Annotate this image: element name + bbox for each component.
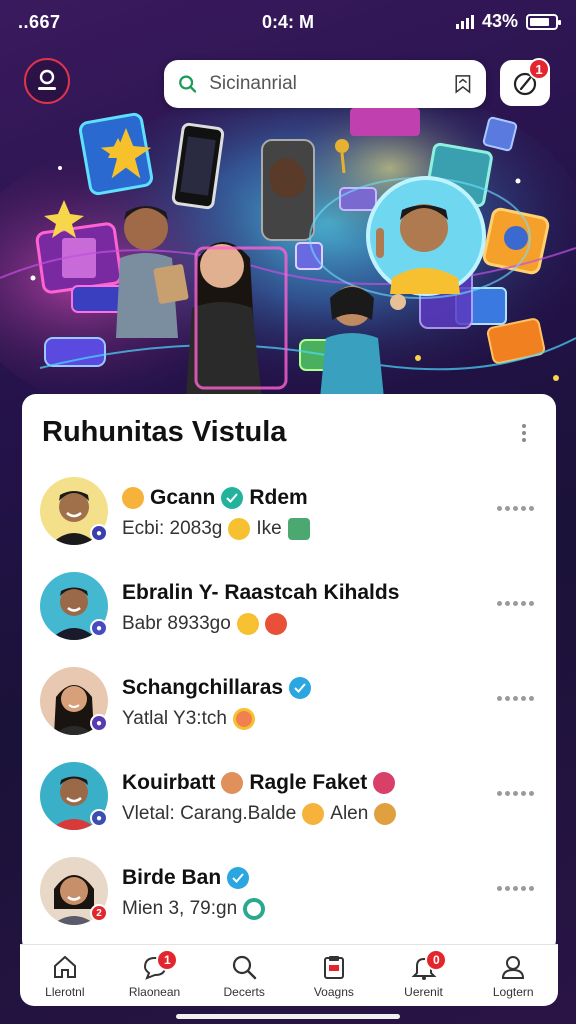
presence-indicator: ● [90,809,108,827]
emoji-face-icon [221,772,244,794]
contact-subtitle-text: Yatlal Y3:tch [122,708,227,729]
emoji-smile-icon [236,613,259,635]
contact-subtitle: Mien 3, 79:gn [122,898,266,920]
contact-name-text: Gcann [150,486,216,509]
nav-label: Logtern [492,985,534,999]
emoji-lollipop-icon [232,708,255,730]
contact-subtitle-suffix: Alen [330,803,369,824]
nav-label: Rlaonean [128,985,181,999]
notification-badge: 1 [528,58,550,80]
bookmark-icon[interactable] [454,71,472,97]
search-icon [233,955,257,980]
nav-item-profile[interactable]: Logtern [468,945,558,1006]
emoji-flower-icon [264,613,287,635]
contact-name-text: Kouirbatt [122,771,216,794]
emoji-face-icon [122,487,144,509]
contacts-card: Ruhunitas Vistula ● Gcann Rdem Ecbi: 208… [22,394,556,954]
battery-icon [526,13,561,30]
status-indicators: 43% [455,11,561,32]
card-title: Ruhunitas Vistula [42,416,287,448]
row-more-icon[interactable] [497,506,534,511]
row-more-icon[interactable] [497,696,534,701]
contact-list: ● Gcann Rdem Ecbi: 2083g Ike ● Ebralin Y… [22,474,556,949]
hero-illustration [0,108,576,398]
contact-name-text: Schangchillaras [122,676,284,699]
nav-item-notifications[interactable]: 0 Uerenit [379,945,469,1006]
contact-row[interactable]: ● Gcann Rdem Ecbi: 2083g Ike [22,474,556,569]
nav-badge: 0 [425,949,448,971]
profile-button[interactable] [24,58,70,104]
nav-label: Uerenit [404,985,443,999]
contact-subtitle-text: Mien 3, 79:gn [122,898,238,919]
contact-row[interactable]: ● Schangchillaras Yatlal Y3:tch [22,664,556,759]
nav-item-messages[interactable]: 1 Rlaonean [110,945,200,1006]
contact-name: Schangchillaras [122,676,312,700]
contact-name-text: Birde Ban [122,866,222,889]
verified-icon [227,867,250,889]
profile-icon [38,69,56,90]
card-more-menu-icon[interactable] [520,424,528,444]
contact-subtitle: Vletal: Carang.Balde Alen [122,803,397,825]
row-more-icon[interactable] [497,791,534,796]
contact-subtitle: Babr 8933go [122,613,287,635]
contact-name-suffix: Ragle Faket [249,771,368,794]
contact-name: Ebralin Y- Raastcah Kihalds [122,581,399,605]
verified-icon [289,677,312,699]
emoji-heart-icon [373,772,396,794]
hero-collage-image [0,108,576,398]
presence-indicator: ● [90,524,108,542]
nav-label: Decerts [223,985,265,999]
contact-subtitle: Yatlal Y3:tch [122,708,255,730]
emoji-smile-icon [228,518,251,540]
verified-icon [221,487,244,509]
user-icon [502,956,525,979]
contact-row[interactable]: 2 Birde Ban Mien 3, 79:gn [22,854,556,949]
nav-badge: 1 [156,949,179,971]
bottom-navigation: Llerotnl 1 Rlaonean Decerts Voagns 0 Uer… [20,944,558,1006]
nav-item-tasks[interactable]: Voagns [289,945,379,1006]
nav-label: Voagns [313,985,354,999]
contact-subtitle-text: Vletal: Carang.Balde [122,803,297,824]
notification-button[interactable]: 1 [500,58,550,106]
emoji-face-icon [302,803,325,825]
contact-name: Birde Ban [122,866,250,890]
nav-label: Llerotnl [45,985,85,999]
contact-row[interactable]: ● Ebralin Y- Raastcah Kihalds Babr 8933g… [22,569,556,664]
emoji-character-icon [374,803,397,825]
battery-level [530,17,549,26]
search-input[interactable] [209,73,455,95]
contact-subtitle-text: Babr 8933go [122,613,231,634]
nav-item-home[interactable]: Llerotnl [20,945,110,1006]
contact-subtitle-suffix: Ike [256,518,282,539]
contact-name-text: Ebralin Y- Raastcah Kihalds [122,581,400,604]
home-indicator[interactable] [176,1014,400,1019]
row-more-icon[interactable] [497,601,534,606]
clipboard-icon [323,956,344,979]
home-icon [53,955,76,978]
presence-indicator: ● [90,714,108,732]
search-icon [179,75,197,93]
contact-name: Gcann Rdem [122,486,308,510]
cellular-signal-icon [455,14,474,29]
contact-subtitle: Ecbi: 2083g Ike [122,518,310,540]
contact-name-suffix: Rdem [249,486,308,509]
contact-subtitle-text: Ecbi: 2083g [122,518,223,539]
emoji-sticker-icon [287,518,310,540]
presence-badge: 2 [90,904,108,922]
presence-indicator: ● [90,619,108,637]
contact-row[interactable]: ● Kouirbatt Ragle Faket Vletal: Carang.B… [22,759,556,854]
status-bar: ..667 0:4: M 43% [0,0,576,44]
row-more-icon[interactable] [497,886,534,891]
nav-item-search[interactable]: Decerts [199,945,289,1006]
contact-name: Kouirbatt Ragle Faket [122,771,396,795]
emoji-ring-icon [243,898,266,920]
battery-percent: 43% [481,11,518,31]
search-bar[interactable] [164,60,486,108]
